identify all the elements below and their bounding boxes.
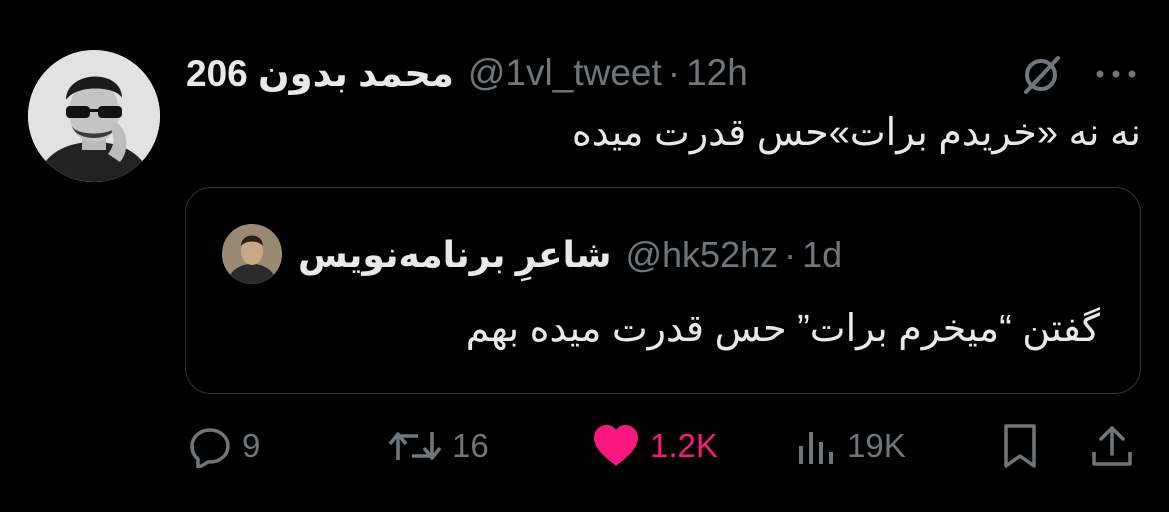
quote-author-handle[interactable]: @hk52hz [625, 234, 778, 276]
author-name[interactable]: محمد بدون 206 [186, 52, 454, 95]
retweet-icon [388, 424, 442, 468]
quote-author-avatar[interactable] [222, 224, 282, 284]
views-count: 19K [847, 427, 906, 464]
reply-count: 9 [242, 427, 261, 464]
quoted-tweet[interactable]: شاعرِ برنامه‌نویس @hk52hz · 1d گفتن “میخ… [185, 187, 1141, 394]
like-count: 1.2K [650, 427, 718, 464]
reply-button[interactable]: 9 [188, 420, 260, 472]
quote-author-name[interactable]: شاعرِ برنامه‌نویس [298, 234, 611, 276]
quote-header: شاعرِ برنامه‌نویس @hk52hz · 1d [298, 230, 842, 280]
quote-separator-dot: · [784, 234, 797, 275]
share-button[interactable] [1090, 420, 1134, 472]
grok-icon[interactable] [1018, 52, 1064, 98]
tweet-text: نه نه «خریدم برات»حس قدرت میده [571, 112, 1141, 154]
views-icon [797, 424, 837, 468]
bookmark-icon [1000, 422, 1040, 470]
like-button[interactable]: 1.2K [592, 420, 718, 472]
share-icon [1090, 422, 1134, 470]
heart-icon [592, 424, 640, 468]
more-icon[interactable] [1094, 64, 1138, 84]
reply-icon [188, 424, 232, 468]
quote-timestamp[interactable]: 1d [802, 234, 842, 276]
retweet-button[interactable]: 16 [388, 420, 489, 472]
views-button[interactable]: 19K [797, 420, 906, 472]
bookmark-button[interactable] [1000, 420, 1040, 472]
author-avatar[interactable] [28, 50, 160, 182]
separator-dot: · [667, 52, 681, 93]
tweet-header: محمد بدون 206 @1vl_tweet · 12h [186, 48, 748, 98]
tweet-timestamp[interactable]: 12h [686, 52, 748, 94]
retweet-count: 16 [452, 427, 489, 464]
quote-text: گفتن “میخرم برات” حس قدرت میده بهم [465, 308, 1100, 350]
author-handle[interactable]: @1vl_tweet [468, 52, 662, 94]
